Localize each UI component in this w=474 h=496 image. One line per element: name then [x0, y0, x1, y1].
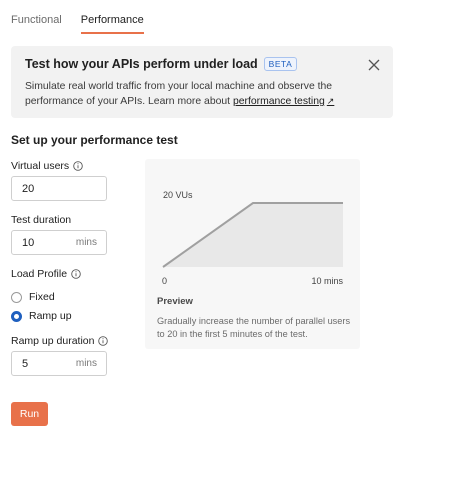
chart-x-end-label: 10 mins [311, 276, 343, 286]
virtual-users-label: Virtual users [11, 160, 70, 172]
load-profile-label: Load Profile [11, 268, 68, 280]
fixed-radio-label: Fixed [29, 291, 55, 303]
ramp-up-duration-label-row: Ramp up duration [11, 335, 109, 347]
load-preview-chart: 20 VUs 0 10 mins [162, 190, 343, 286]
chart-x-start-label: 0 [162, 276, 167, 286]
fixed-radio[interactable] [11, 291, 22, 303]
beta-badge: BETA [263, 57, 298, 71]
tab-performance[interactable]: Performance [80, 14, 144, 34]
preview-title: Preview [157, 296, 193, 307]
load-profile-fixed-option[interactable]: Fixed [11, 291, 55, 303]
ramp-up-radio[interactable] [11, 310, 22, 322]
ramp-up-duration-field[interactable]: mins [11, 351, 107, 376]
test-duration-field[interactable]: mins [11, 230, 107, 255]
virtual-users-field[interactable] [11, 176, 107, 201]
run-button[interactable]: Run [11, 402, 48, 426]
info-icon[interactable] [73, 161, 83, 171]
preview-description: Gradually increase the number of paralle… [157, 316, 351, 339]
close-icon[interactable] [367, 58, 381, 72]
test-duration-label-row: Test duration [11, 214, 71, 226]
info-banner: Test how your APIs perform under load BE… [11, 46, 393, 118]
banner-description: Simulate real world traffic from your lo… [25, 79, 379, 109]
preview-card: 20 VUs 0 10 mins Preview Gradually incre… [145, 159, 360, 349]
virtual-users-label-row: Virtual users [11, 160, 83, 172]
ramp-up-duration-label: Ramp up duration [11, 335, 95, 347]
banner-title: Test how your APIs perform under load [25, 57, 258, 71]
test-duration-input[interactable] [12, 236, 72, 249]
ramp-up-duration-unit: mins [75, 358, 97, 369]
banner-title-row: Test how your APIs perform under load BE… [25, 57, 379, 71]
performance-testing-link[interactable]: performance testing ↗ [233, 96, 334, 107]
virtual-users-input[interactable] [12, 182, 72, 195]
info-icon[interactable] [71, 269, 81, 279]
test-duration-label: Test duration [11, 214, 72, 226]
ramp-up-duration-input[interactable] [12, 357, 72, 370]
load-profile-label-row: Load Profile [11, 268, 81, 280]
ramp-up-radio-label: Ramp up [29, 310, 72, 322]
chart-area-fill [163, 203, 343, 267]
tab-bar: Functional Performance [11, 14, 144, 34]
chart-y-label: 20 VUs [163, 190, 193, 200]
external-link-icon: ↗ [326, 96, 335, 106]
info-icon[interactable] [98, 336, 109, 346]
load-profile-ramp-up-option[interactable]: Ramp up [11, 310, 72, 322]
tab-functional[interactable]: Functional [11, 14, 62, 34]
performance-testing-link-text: performance testing [232, 96, 325, 107]
test-duration-unit: mins [75, 237, 97, 248]
section-title: Set up your performance test [11, 133, 178, 147]
